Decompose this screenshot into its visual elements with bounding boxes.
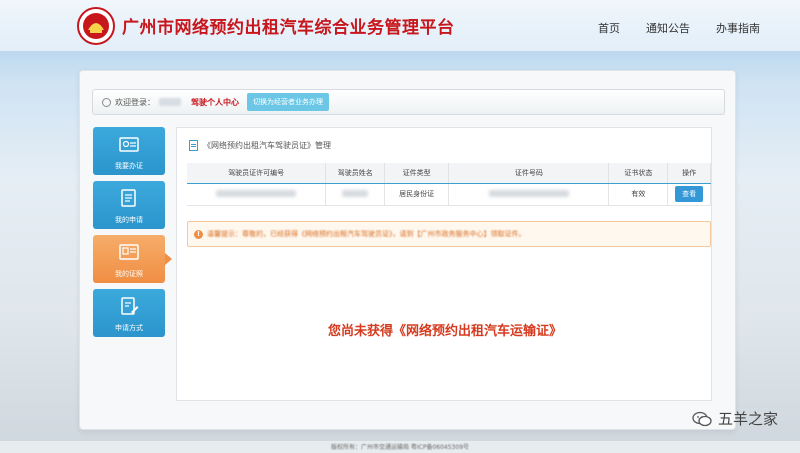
document-icon [189,140,198,151]
document-icon [121,189,136,207]
top-nav: 首页 通知公告 办事指南 [598,20,760,36]
section-title: 《网络预约出租汽车驾驶员证》管理 [189,140,331,151]
view-button[interactable]: 查看 [675,186,704,202]
column-header: 操作 [667,163,711,184]
sidebar-item-apply[interactable]: 我要办证 [93,127,165,175]
watermark: 五羊之家 [692,408,778,429]
nav-home-link[interactable]: 首页 [598,20,620,36]
site-title: 广州市网络预约出租汽车综合业务管理平台 [122,18,455,38]
switch-role-button[interactable]: 切换为经营者业务办理 [247,93,329,111]
personal-center-link[interactable]: 驾驶个人中心 [191,97,239,108]
emblem-icon [77,7,115,45]
empty-message: 您尚未获得《网络预约出租汽车运输证》 [327,324,562,339]
warning-icon: ! [194,229,203,239]
sidebar-item-application-method[interactable]: 申请方式 [93,289,165,337]
table-row: 居民身份证 有效 查看 [187,183,711,206]
column-header: 证书状态 [608,163,669,184]
welcome-label: 欢迎登录： [115,97,155,107]
nav-notices-link[interactable]: 通知公告 [646,20,690,36]
footer-text: 版权所有：广州市交通运输局 粤ICP备06045309号 [330,444,470,451]
watermark-text: 五羊之家 [717,410,778,428]
chat-bubble-icon [692,411,712,426]
content-area: 《网络预约出租汽车驾驶员证》管理 驾驶员证许可编号 驾驶员姓名 证件类型 证件号… [176,127,712,401]
column-header: 证件类型 [384,163,450,184]
sidebar-item-my-certificates[interactable]: 我的证照 [93,235,172,283]
certificate-icon [119,244,139,260]
id-number-cell [448,183,610,206]
certificate-table: 驾驶员证许可编号 驾驶员姓名 证件类型 证件号码 证书状态 操作 居民身份证 有… [187,163,711,206]
username-redacted [159,98,181,106]
column-header: 证件号码 [448,163,610,184]
sidebar-item-label: 我的证照 [115,270,143,278]
action-cell: 查看 [667,183,711,206]
table-header-row: 驾驶员证许可编号 驾驶员姓名 证件类型 证件号码 证书状态 操作 [187,163,711,184]
column-header: 驾驶员证许可编号 [187,163,327,184]
welcome-bar: 欢迎登录： 驾驶个人中心 切换为经营者业务办理 [92,89,725,115]
footer: 版权所有：广州市交通运输局 粤ICP备06045309号 [0,440,800,453]
main-panel: 欢迎登录： 驾驶个人中心 切换为经营者业务办理 我要办证 我的申请 我的证照 申… [79,70,736,430]
sidebar-item-label: 申请方式 [115,324,143,332]
driver-name-cell [325,183,386,206]
top-header: 广州市网络预约出租汽车综合业务管理平台 首页 通知公告 办事指南 [0,0,800,52]
section-title-text: 《网络预约出租汽车驾驶员证》管理 [203,141,331,150]
clock-icon [102,97,111,107]
sidebar-item-my-applications[interactable]: 我的申请 [93,181,165,229]
form-edit-icon [121,297,139,315]
id-card-icon [119,137,139,152]
notice-text: 温馨提示：尊敬的，已经获得《网络预约出租汽车驾驶员证》，请到【广州市政务服务中心… [207,230,526,238]
nav-guide-link[interactable]: 办事指南 [716,20,760,36]
sidebar-item-label: 我的申请 [115,216,143,224]
notice-bar: ! 温馨提示：尊敬的，已经获得《网络预约出租汽车驾驶员证》，请到【广州市政务服务… [187,221,711,247]
id-type-cell: 居民身份证 [384,183,450,206]
status-cell: 有效 [608,183,669,206]
column-header: 驾驶员姓名 [325,163,386,184]
sidebar-item-label: 我要办证 [115,162,143,170]
permit-number-cell [187,183,327,206]
